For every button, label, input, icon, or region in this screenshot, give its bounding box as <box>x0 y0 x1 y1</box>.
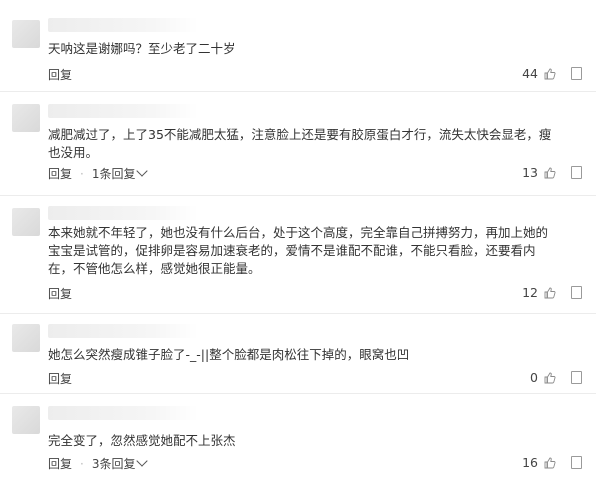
thumbs-up-icon[interactable] <box>544 372 556 384</box>
comment-text: 天呐这是谢娜吗？至少老了二十岁 <box>48 41 236 56</box>
reply-button[interactable]: 回复 <box>48 370 72 387</box>
reply-button[interactable]: 回复 <box>48 285 72 302</box>
comment-text: 她怎么突然瘦成锥子脸了-_-||整个脸都是肉松往下掉的，眼窝也凹 <box>48 347 410 362</box>
chevron-down-icon <box>136 455 149 467</box>
like-count: 13 <box>522 165 538 180</box>
view-replies-button[interactable]: 3条回复 <box>91 455 149 472</box>
thumbs-up-icon[interactable] <box>544 287 556 299</box>
username-blurred[interactable] <box>48 18 198 32</box>
reply-button[interactable]: 回复 <box>48 165 72 182</box>
like-group[interactable]: 44 <box>522 66 556 81</box>
avatar[interactable] <box>12 406 40 434</box>
like-group[interactable]: 16 <box>522 455 556 470</box>
like-group[interactable]: 12 <box>522 285 556 300</box>
comment-text: 完全变了，忽然感觉她配不上张杰 <box>48 433 236 448</box>
report-icon[interactable] <box>571 166 582 179</box>
like-count: 16 <box>522 455 538 470</box>
report-icon[interactable] <box>571 67 582 80</box>
comment-actions: 回复 · 1条回复 <box>48 165 149 182</box>
like-count: 12 <box>522 285 538 300</box>
thumbs-up-icon[interactable] <box>544 167 556 179</box>
comment-actions: 回复 · 3条回复 <box>48 455 149 472</box>
report-icon[interactable] <box>571 456 582 469</box>
separator-dot: · <box>80 456 84 471</box>
comment-text: 减肥减过了，上了35不能减肥太猛，注意脸上还是要有胶原蛋白才行，流失太快会显老，… <box>48 127 552 160</box>
comment-item: 本来她就不年轻了，她也没有什么后台，处于这个高度，完全靠自己拼搏努力，再加上她的… <box>0 196 596 314</box>
thumbs-up-icon[interactable] <box>544 457 556 469</box>
report-icon[interactable] <box>571 286 582 299</box>
comment-item: 天呐这是谢娜吗？至少老了二十岁 回复 44 <box>0 8 596 92</box>
avatar[interactable] <box>12 324 40 352</box>
view-replies-button[interactable]: 1条回复 <box>91 165 149 182</box>
avatar[interactable] <box>12 104 40 132</box>
comment-item: 完全变了，忽然感觉她配不上张杰 回复 · 3条回复 16 <box>0 394 596 482</box>
thumbs-up-icon[interactable] <box>544 68 556 80</box>
reply-button[interactable]: 回复 <box>48 66 72 83</box>
comment-actions: 回复 <box>48 285 72 302</box>
comment-item: 她怎么突然瘦成锥子脸了-_-||整个脸都是肉松往下掉的，眼窝也凹 回复 0 <box>0 314 596 394</box>
separator-dot: · <box>80 166 84 181</box>
comment-text: 本来她就不年轻了，她也没有什么后台，处于这个高度，完全靠自己拼搏努力，再加上她的… <box>48 225 549 276</box>
avatar[interactable] <box>12 208 40 236</box>
username-blurred[interactable] <box>48 406 198 420</box>
replies-count-label: 1条回复 <box>91 167 136 181</box>
report-icon[interactable] <box>571 371 582 384</box>
comment-actions: 回复 <box>48 370 72 387</box>
like-count: 0 <box>530 370 538 385</box>
reply-button[interactable]: 回复 <box>48 455 72 472</box>
chevron-down-icon <box>136 165 149 177</box>
username-blurred[interactable] <box>48 206 198 220</box>
comment-item: 减肥减过了，上了35不能减肥太猛，注意脸上还是要有胶原蛋白才行，流失太快会显老，… <box>0 92 596 196</box>
like-group[interactable]: 13 <box>522 165 556 180</box>
replies-count-label: 3条回复 <box>91 457 136 471</box>
like-count: 44 <box>522 66 538 81</box>
comment-actions: 回复 <box>48 66 72 83</box>
avatar[interactable] <box>12 20 40 48</box>
username-blurred[interactable] <box>48 324 198 338</box>
username-blurred[interactable] <box>48 104 198 118</box>
like-group[interactable]: 0 <box>530 370 556 385</box>
